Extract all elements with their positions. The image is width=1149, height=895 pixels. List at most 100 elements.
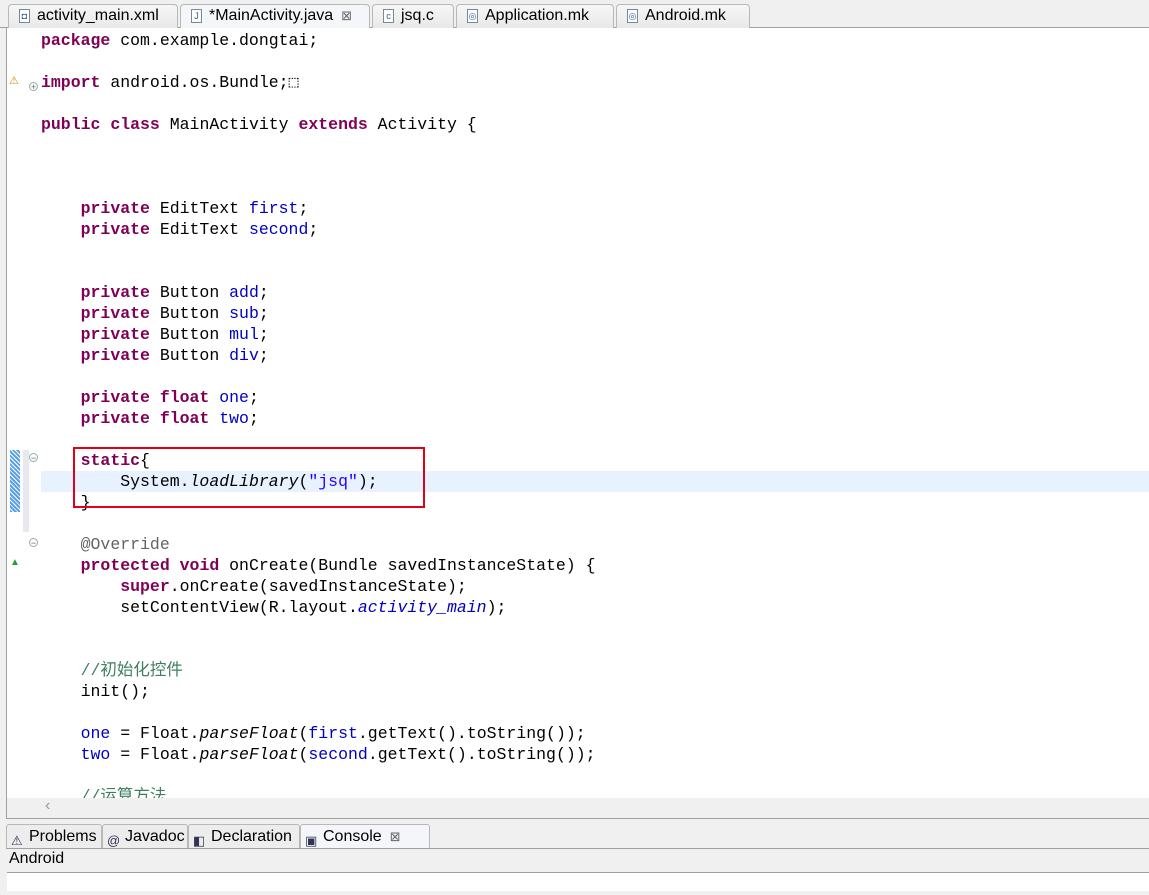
code-line[interactable] (41, 177, 1149, 198)
code-token: EditText (149, 199, 249, 218)
code-line[interactable]: private float one; (41, 387, 1149, 408)
panel-tab-console[interactable]: ▣ Console ⊠ (300, 824, 430, 848)
code-line[interactable]: private Button add; (41, 282, 1149, 303)
code-token: div (229, 346, 259, 365)
code-line[interactable]: two = Float.parseFloat(second.getText().… (41, 744, 1149, 765)
code-editor[interactable]: + − − ⚠ ▲ package com.example.dongtai; i… (6, 28, 1149, 819)
tab-label: jsq.c (401, 7, 434, 24)
code-area[interactable]: package com.example.dongtai; import andr… (41, 30, 1149, 807)
code-token: parseFloat (199, 724, 299, 743)
tab-android-mk[interactable]: ◎ Android.mk (616, 4, 750, 28)
code-token: com.example.dongtai; (110, 31, 319, 50)
code-line[interactable] (41, 51, 1149, 72)
tab--mainactivity-java[interactable]: J *MainActivity.java ⊠ (180, 4, 370, 28)
expand-icon[interactable]: + (29, 82, 38, 92)
code-line[interactable]: private Button sub; (41, 303, 1149, 324)
code-line[interactable]: import android.os.Bundle;⬚ (41, 72, 1149, 93)
code-line[interactable]: one = Float.parseFloat(first.getText().t… (41, 723, 1149, 744)
panel-tab-label: Javadoc (125, 828, 185, 845)
code-token: MainActivity (159, 115, 299, 134)
code-line[interactable]: package com.example.dongtai; (41, 30, 1149, 51)
code-line[interactable] (41, 639, 1149, 660)
code-token: ( (298, 745, 309, 764)
code-token: Button (149, 283, 230, 302)
code-line[interactable] (41, 702, 1149, 723)
code-token: two (219, 409, 249, 428)
close-icon[interactable]: ⊠ (341, 8, 352, 23)
code-token: ; (248, 409, 259, 428)
code-token: ; (308, 220, 319, 239)
code-token: ; (248, 388, 259, 407)
panel-tab-declaration[interactable]: ◧ Declaration (188, 824, 300, 848)
tab-label: activity_main.xml (37, 7, 159, 24)
collapse-icon[interactable]: − (29, 538, 38, 548)
code-token: ; (298, 199, 309, 218)
code-token: ⬚ (288, 73, 299, 92)
scroll-left-icon[interactable]: ‹ (45, 797, 50, 815)
code-line[interactable] (41, 513, 1149, 534)
code-line[interactable]: private float two; (41, 408, 1149, 429)
code-token: ; (258, 283, 269, 302)
tab-activity-main-xml[interactable]: ◘ activity_main.xml (8, 4, 178, 28)
code-line[interactable] (41, 765, 1149, 786)
code-token: package (41, 31, 111, 50)
code-token: second (308, 745, 368, 764)
panel-tab-problems[interactable]: ⚠ Problems (6, 824, 102, 848)
tab-application-mk[interactable]: ◎ Application.mk (456, 4, 614, 28)
horizontal-scrollbar[interactable]: ‹ (7, 797, 1149, 818)
code-token: private (80, 220, 150, 239)
code-token: sub (229, 304, 259, 323)
code-line[interactable]: private Button div; (41, 345, 1149, 366)
code-line[interactable]: private Button mul; (41, 324, 1149, 345)
console-output[interactable] (7, 872, 1149, 891)
tab-jsq-c[interactable]: c jsq.c (372, 4, 454, 28)
code-line[interactable] (41, 366, 1149, 387)
tab-label: *MainActivity.java (209, 7, 334, 24)
code-token: init(); (41, 682, 150, 701)
code-token: private (80, 283, 150, 302)
code-token: extends (298, 115, 368, 134)
code-line[interactable]: init(); (41, 681, 1149, 702)
code-line[interactable]: setContentView(R.layout.activity_main); (41, 597, 1149, 618)
code-token: activity_main (357, 598, 487, 617)
panel-tab-javadoc[interactable]: @ Javadoc (102, 824, 188, 848)
xml-file-icon: ◘ (19, 9, 30, 23)
code-token: private (80, 388, 150, 407)
code-token: class (110, 115, 160, 134)
code-token: float (159, 388, 210, 407)
code-line[interactable] (41, 618, 1149, 639)
code-token: parseFloat (199, 745, 299, 764)
code-line[interactable] (41, 240, 1149, 261)
code-token: @Override (80, 535, 170, 554)
code-token: onCreate(Bundle savedInstanceState) { (219, 556, 596, 575)
code-line[interactable]: //初始化控件 (41, 660, 1149, 681)
warning-icon: ⚠ (9, 75, 19, 87)
code-line[interactable]: private EditText second; (41, 219, 1149, 240)
code-line[interactable] (41, 93, 1149, 114)
close-icon[interactable]: ⊠ (390, 829, 401, 844)
change-marker (10, 450, 20, 512)
fold-range (23, 450, 29, 532)
code-line[interactable]: protected void onCreate(Bundle savedInst… (41, 555, 1149, 576)
code-line[interactable]: public class MainActivity extends Activi… (41, 114, 1149, 135)
code-line[interactable] (41, 261, 1149, 282)
code-token: first (248, 199, 299, 218)
code-line[interactable] (41, 135, 1149, 156)
code-line[interactable]: super.onCreate(savedInstanceState); (41, 576, 1149, 597)
code-line[interactable]: @Override (41, 534, 1149, 555)
collapse-icon[interactable]: − (29, 453, 38, 463)
code-token: protected (80, 556, 170, 575)
code-line[interactable] (41, 156, 1149, 177)
panel-tab-label: Declaration (211, 828, 292, 845)
editor-tab-bar: ◘ activity_main.xml J *MainActivity.java ⊠ c j… (0, 0, 1149, 28)
code-line[interactable]: private EditText first; (41, 198, 1149, 219)
